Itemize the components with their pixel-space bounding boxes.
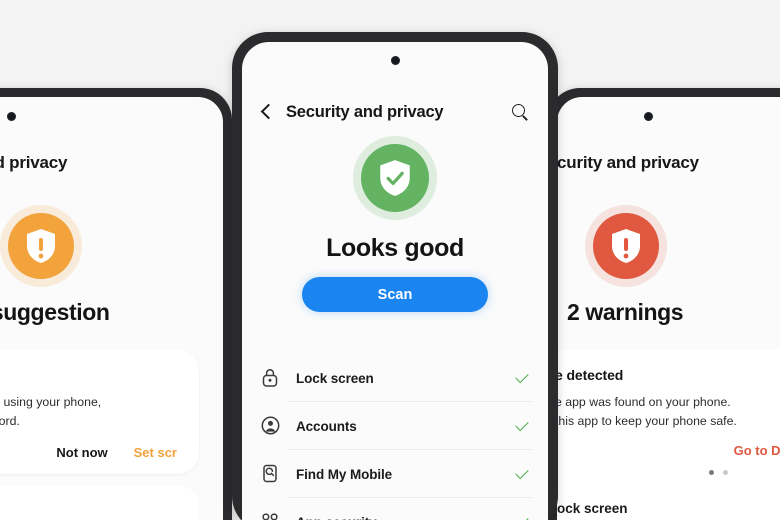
status-label: 2 warnings xyxy=(567,299,684,325)
list-item-lock-screen[interactable]: Lock screen xyxy=(242,354,548,402)
screenshot-canvas: Security and privacy 1 suggestion Set sc… xyxy=(0,0,780,520)
card-body-line-2: pattern, PIN, or password. xyxy=(0,414,20,429)
check-icon xyxy=(514,370,530,386)
find-my-mobile-icon xyxy=(260,463,286,485)
page-indicator-dots xyxy=(557,470,780,476)
status-ring-halo xyxy=(353,136,437,220)
camera-punch-hole xyxy=(391,56,400,65)
center-status-block: Looks good Scan xyxy=(242,136,548,312)
shield-warning-icon xyxy=(593,213,659,279)
status-label: Looks good xyxy=(326,234,464,262)
shield-warning-icon xyxy=(8,213,74,279)
left-app-header: Security and privacy xyxy=(0,143,223,183)
card-actions: Not now Set scr xyxy=(0,445,181,460)
page-dot-2[interactable] xyxy=(722,470,728,476)
check-icon xyxy=(514,418,530,434)
camera-punch-hole xyxy=(644,112,653,121)
check-icon xyxy=(514,514,530,520)
camera-punch-hole xyxy=(7,112,16,121)
card-body-line-1: To prevent others from using your phone, xyxy=(0,395,102,409)
page-title: Security and privacy xyxy=(0,153,68,172)
list-item-accounts[interactable]: Accounts xyxy=(242,402,548,450)
list-item-label: Accounts xyxy=(296,418,357,434)
set-screen-lock-button[interactable]: Set scr xyxy=(134,445,177,460)
list-item-lock-screen[interactable]: ock screen ! xyxy=(557,485,780,520)
warning-card: e detected e app was found on your phone… xyxy=(557,349,780,486)
check-icon xyxy=(514,466,530,482)
card-body-line-2: this app to keep your phone safe. xyxy=(557,414,737,429)
suggestion-card: Set screen lock To prevent others from u… xyxy=(0,349,199,475)
phone-right-screen: curity and privacy 2 warnings e detected… xyxy=(557,97,780,520)
right-status-block: 2 warnings xyxy=(557,205,780,326)
page-title: curity and privacy xyxy=(557,153,699,172)
shield-check-icon xyxy=(361,144,429,212)
phone-right: curity and privacy 2 warnings e detected… xyxy=(548,88,780,520)
status-ring-halo xyxy=(585,205,667,287)
card-body-line-1: e app was found on your phone. xyxy=(557,395,731,409)
list-item-label: Find My Mobile xyxy=(296,466,393,482)
list-item-label: Lock screen xyxy=(296,370,374,386)
list-item-app-security[interactable]: App security xyxy=(242,498,548,520)
status-ring-halo xyxy=(0,205,82,287)
security-checklist: Lock screen Accounts Find My Mobile xyxy=(242,354,548,520)
card-title: e detected xyxy=(557,367,624,383)
phone-center-screen: Security and privacy Looks good Scan Loc… xyxy=(242,42,548,520)
not-now-button[interactable]: Not now xyxy=(56,445,107,460)
page-dot-1[interactable] xyxy=(708,470,714,476)
left-status-block: 1 suggestion xyxy=(0,205,223,326)
left-bottom-card: Lock screen xyxy=(0,485,199,520)
lock-icon xyxy=(260,367,286,389)
scan-button[interactable]: Scan xyxy=(302,277,488,312)
card-title: Set screen lock xyxy=(0,367,181,383)
list-item-label: ock screen xyxy=(557,500,628,516)
phone-center: Security and privacy Looks good Scan Loc… xyxy=(232,32,558,520)
phone-left: Security and privacy 1 suggestion Set sc… xyxy=(0,88,232,520)
list-item-find-my-mobile[interactable]: Find My Mobile xyxy=(242,450,548,498)
right-bottom-card: ock screen ! xyxy=(557,485,780,520)
status-label: 1 suggestion xyxy=(0,299,110,325)
center-app-header: Security and privacy xyxy=(242,92,548,132)
card-actions: Go to Device Protection xyxy=(557,443,780,458)
list-item-label: App security xyxy=(286,515,514,520)
go-to-device-protection-button[interactable]: Go to Device Protection xyxy=(734,443,780,458)
right-app-header: curity and privacy xyxy=(557,143,780,183)
account-circle-icon xyxy=(260,415,286,437)
back-icon[interactable] xyxy=(256,101,278,123)
app-grid-icon xyxy=(260,511,286,520)
phone-left-screen: Security and privacy 1 suggestion Set sc… xyxy=(0,97,223,520)
list-item-label: Lock screen xyxy=(0,501,181,516)
list-item-lock-screen[interactable]: Lock screen xyxy=(0,485,199,520)
search-icon[interactable] xyxy=(510,102,530,122)
page-title: Security and privacy xyxy=(286,102,444,121)
